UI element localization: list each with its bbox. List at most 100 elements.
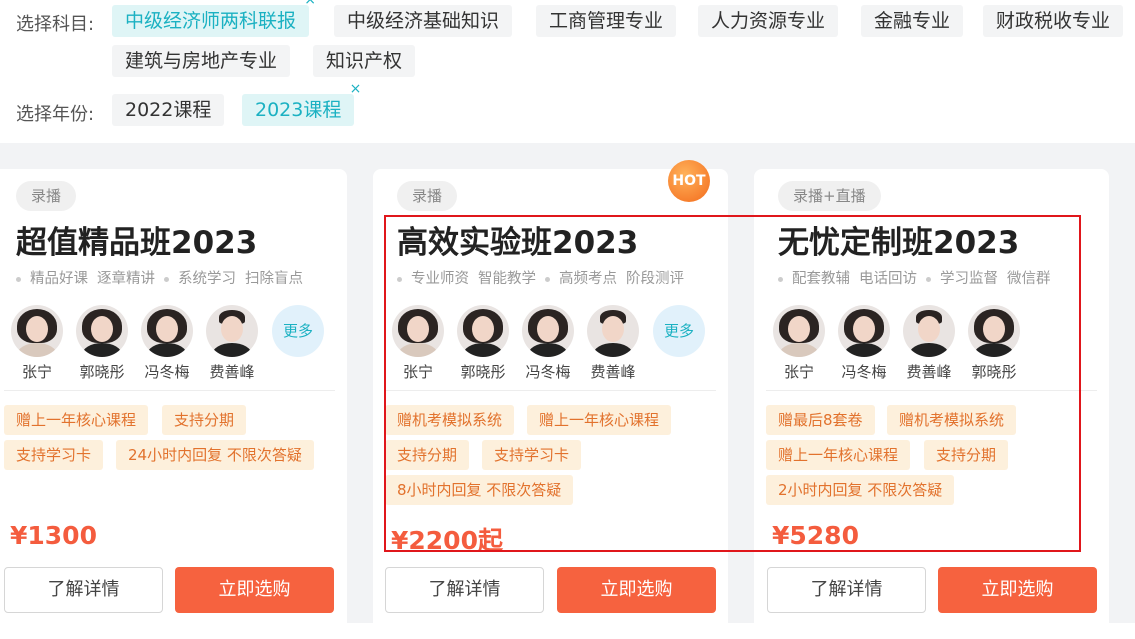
- teacher-name: 冯冬梅: [144, 363, 190, 381]
- teacher[interactable]: 费善峰: [202, 305, 262, 382]
- feature-item: 逐章精讲: [97, 271, 155, 287]
- teacher-name: 费善峰: [590, 363, 636, 381]
- subject-filter-label: 选择科目:: [16, 14, 95, 35]
- subject-chip-economics-basics[interactable]: 中级经济基础知识: [334, 5, 513, 37]
- type-tag: 录播: [397, 181, 458, 211]
- subject-chip-tax[interactable]: 财政税收专业: [983, 5, 1124, 37]
- teacher-name: 郭晓彤: [79, 363, 125, 381]
- course-card-custom: 录播+直播 无忧定制班2023 配套教辅 电话回访 学习监督 微信群 张宁 冯冬梅 费…: [754, 169, 1109, 639]
- filter-panel: 选择科目: 中级经济师两科联报 × 中级经济基础知识 工商管理专业 人力资源专业…: [0, 0, 1135, 143]
- hot-badge-icon: HOT: [668, 160, 710, 202]
- divider: [385, 390, 716, 391]
- feature-list: 专业师资 智能教学 高频考点 阶段测评: [397, 267, 693, 288]
- year-filter-label: 选择年份:: [16, 104, 95, 125]
- year-chip-label: 2023课程: [255, 99, 342, 121]
- feature-item: 高频考点: [559, 271, 617, 287]
- course-price: ¥2200起: [391, 526, 503, 555]
- divider: [4, 390, 335, 391]
- teacher-name: 张宁: [402, 363, 433, 381]
- year-chip-2023[interactable]: 2023课程 ×: [242, 82, 361, 126]
- teacher[interactable]: 张宁: [769, 305, 829, 382]
- teacher-avatar: [11, 305, 63, 357]
- teacher[interactable]: 费善峰: [899, 305, 959, 382]
- bullet-dot-icon: [397, 276, 402, 282]
- feature-list: 配套教辅 电话回访 学习监督 微信群: [778, 267, 1060, 288]
- details-button[interactable]: 了解详情: [4, 567, 163, 613]
- teacher-avatar: [141, 305, 193, 357]
- teacher-avatar: [903, 305, 955, 357]
- bullet-dot-icon: [778, 276, 783, 282]
- teacher-list: 张宁 冯冬梅 费善峰 郭晓彤: [754, 305, 1109, 387]
- details-button[interactable]: 了解详情: [767, 567, 926, 613]
- feature-item: 微信群: [1007, 271, 1051, 287]
- subject-chip-ip[interactable]: 知识产权: [313, 45, 416, 77]
- more-teachers-button[interactable]: 更多: [272, 305, 324, 357]
- teacher-avatar: [522, 305, 574, 357]
- course-card-premium: 录播 超值精品班2023 精品好课 逐章精讲 系统学习 扫除盲点 张宁 郭晓彤 冯冬梅…: [0, 169, 347, 639]
- perk-tag: 赠机考模拟系统: [887, 405, 1017, 435]
- subject-chip-two-subjects[interactable]: 中级经济师两科联报 ×: [112, 0, 316, 37]
- teacher[interactable]: 郭晓彤: [964, 305, 1024, 382]
- perk-tag: 支持学习卡: [4, 440, 104, 470]
- subject-chip-finance[interactable]: 金融专业: [861, 5, 964, 37]
- teacher-avatar: [838, 305, 890, 357]
- teacher-name: 张宁: [783, 363, 814, 381]
- feature-item: 扫除盲点: [245, 271, 303, 287]
- teacher[interactable]: 张宁: [7, 305, 67, 382]
- perk-tag: 赠上一年核心课程: [4, 405, 149, 435]
- teacher[interactable]: 郭晓彤: [453, 305, 513, 382]
- course-title: 高效实验班2023: [397, 225, 639, 261]
- teacher-name: 郭晓彤: [460, 363, 506, 381]
- feature-item: 智能教学: [478, 271, 536, 287]
- divider: [766, 390, 1097, 391]
- buy-now-button[interactable]: 立即选购: [557, 567, 716, 613]
- teacher-name: 张宁: [21, 363, 52, 381]
- bullet-dot-icon: [545, 276, 550, 282]
- buy-now-button[interactable]: 立即选购: [175, 567, 334, 613]
- buy-now-button[interactable]: 立即选购: [938, 567, 1097, 613]
- close-icon[interactable]: ×: [350, 82, 362, 96]
- teacher[interactable]: 费善峰: [583, 305, 643, 382]
- close-icon[interactable]: ×: [304, 0, 316, 7]
- perk-tag: 8小时内回复 不限次答疑: [385, 475, 574, 505]
- course-card-efficient: 录播 高效实验班2023 专业师资 智能教学 高频考点 阶段测评 张宁 郭晓彤 冯冬梅…: [373, 169, 728, 639]
- perk-tag: 24小时内回复 不限次答疑: [116, 440, 314, 470]
- teacher[interactable]: 郭晓彤: [72, 305, 132, 382]
- teacher[interactable]: 张宁: [388, 305, 448, 382]
- teacher-name: 冯冬梅: [841, 363, 887, 381]
- teacher[interactable]: 冯冬梅: [834, 305, 894, 382]
- feature-item: 系统学习: [178, 271, 236, 287]
- perk-tag: 支持分期: [162, 405, 247, 435]
- feature-item: 专业师资: [411, 271, 469, 287]
- course-title: 无忧定制班2023: [778, 225, 1020, 261]
- bullet-dot-icon: [16, 276, 21, 282]
- perk-tag: 赠最后8套卷: [766, 405, 875, 435]
- feature-item: 电话回访: [859, 271, 917, 287]
- teacher[interactable]: 冯冬梅: [518, 305, 578, 382]
- course-cards-area: 录播 超值精品班2023 精品好课 逐章精讲 系统学习 扫除盲点 张宁 郭晓彤 冯冬梅…: [0, 143, 1135, 639]
- subject-chip-label: 中级经济师两科联报: [125, 10, 297, 32]
- teacher-avatar: [587, 305, 639, 357]
- details-button[interactable]: 了解详情: [385, 567, 544, 613]
- bullet-dot-icon: [926, 276, 931, 282]
- feature-item: 阶段测评: [626, 271, 684, 287]
- more-teachers-button[interactable]: 更多: [653, 305, 705, 357]
- perk-tag: 支持学习卡: [482, 440, 582, 470]
- perk-tag: 赠上一年核心课程: [527, 405, 672, 435]
- teacher[interactable]: 冯冬梅: [137, 305, 197, 382]
- teacher-name: 费善峰: [906, 363, 952, 381]
- perk-tag: 赠机考模拟系统: [385, 405, 515, 435]
- teacher-avatar: [206, 305, 258, 357]
- course-price: ¥1300: [10, 521, 97, 550]
- course-title: 超值精品班2023: [16, 225, 258, 261]
- bullet-dot-icon: [164, 276, 169, 282]
- type-tag: 录播+直播: [778, 181, 881, 211]
- teacher-avatar: [968, 305, 1020, 357]
- teacher-avatar: [773, 305, 825, 357]
- subject-chip-real-estate[interactable]: 建筑与房地产专业: [112, 45, 291, 77]
- subject-chip-business-admin[interactable]: 工商管理专业: [536, 5, 677, 37]
- feature-list: 精品好课 逐章精讲 系统学习 扫除盲点: [16, 267, 312, 288]
- year-chip-2022[interactable]: 2022课程: [112, 94, 225, 126]
- feature-item: 学习监督: [940, 271, 998, 287]
- subject-chip-human-resources[interactable]: 人力资源专业: [698, 5, 839, 37]
